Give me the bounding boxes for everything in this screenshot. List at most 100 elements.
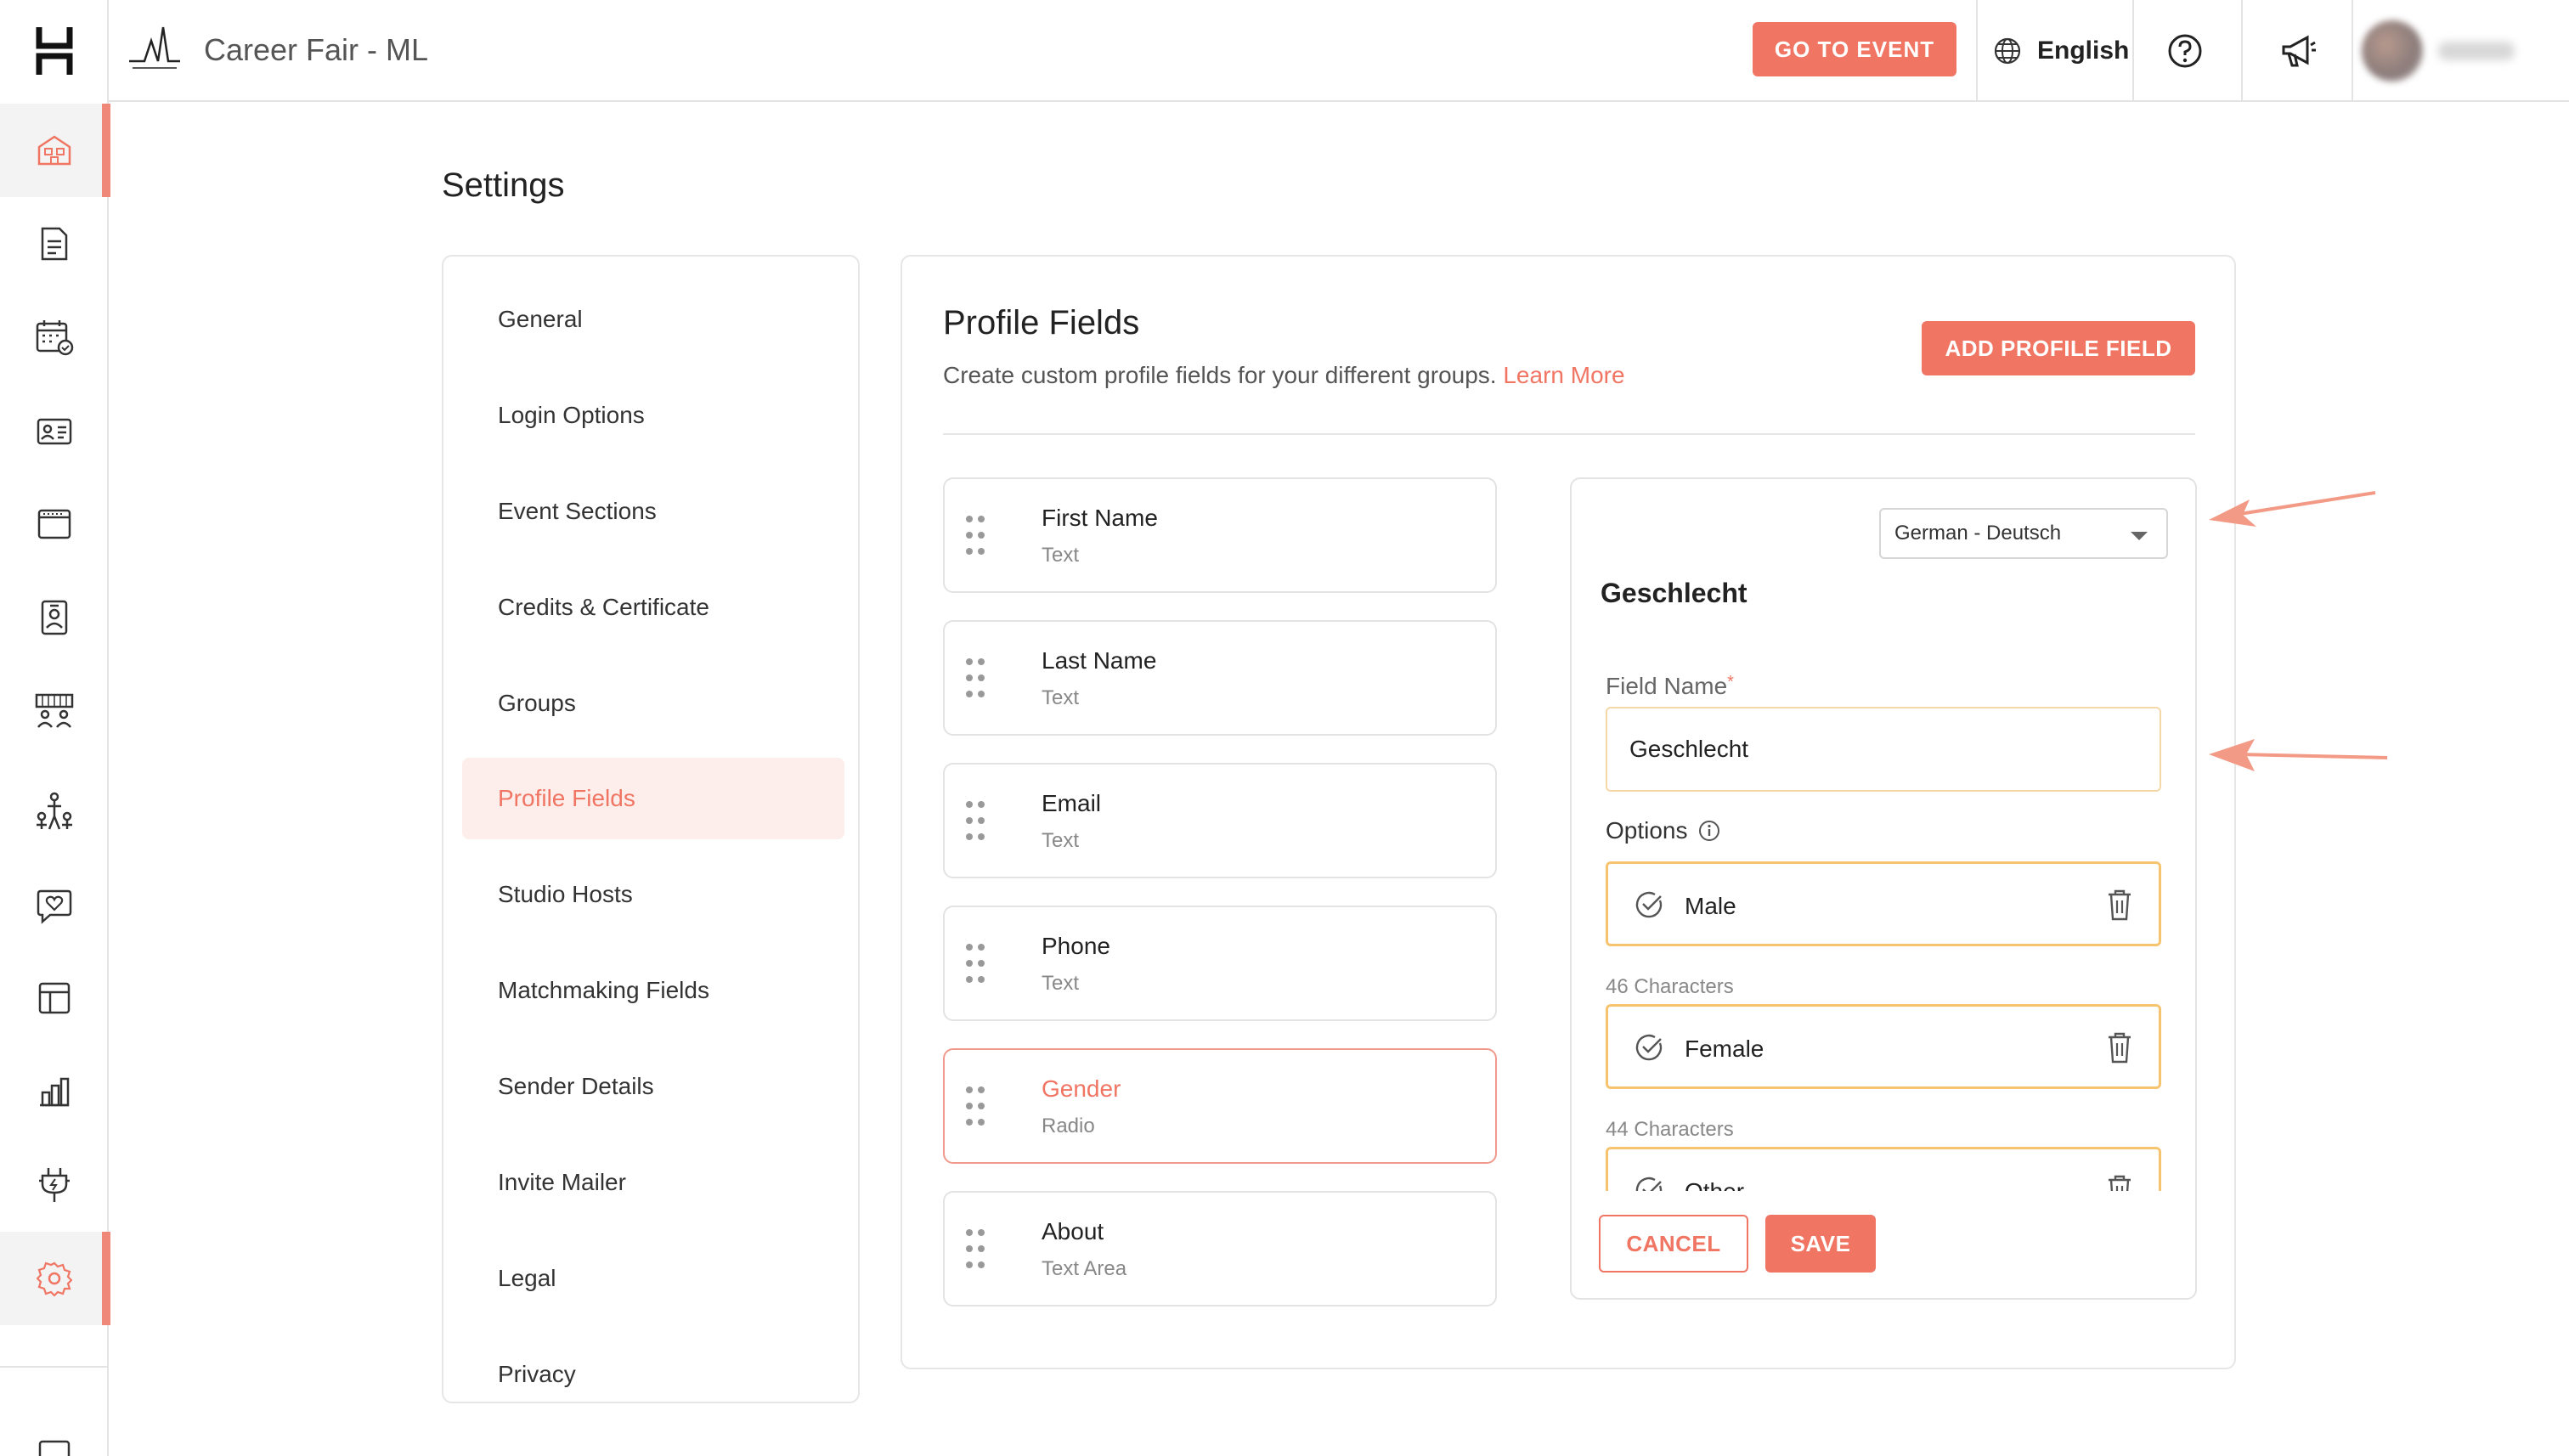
help-button[interactable] <box>2163 29 2207 73</box>
info-icon[interactable] <box>1698 820 1720 842</box>
drag-handle-icon[interactable] <box>963 941 987 985</box>
subtitle-text: Create custom profile fields for your di… <box>943 362 1497 388</box>
settings-nav-groups[interactable]: Groups <box>462 663 844 744</box>
option-value[interactable]: Female <box>1685 1036 1764 1063</box>
option-item-female[interactable]: Female <box>1606 1004 2161 1089</box>
analytics-icon <box>40 1077 70 1107</box>
profile-field-gender[interactable]: Gender Radio <box>943 1048 1497 1164</box>
topbar-divider <box>2352 0 2353 102</box>
rail-item-stage[interactable] <box>0 477 109 571</box>
rail-item-analytics[interactable] <box>0 1045 109 1138</box>
bottom-icon <box>38 1440 71 1456</box>
required-mark: * <box>1727 673 1734 691</box>
settings-nav-sender-details[interactable]: Sender Details <box>462 1046 844 1127</box>
rail-item-documents[interactable] <box>0 197 109 291</box>
option-value[interactable]: Other <box>1685 1178 1744 1191</box>
globe-icon <box>1994 37 2021 65</box>
window-icon <box>37 509 71 539</box>
options-list[interactable]: Male 46 Characters Female 44 Characters <box>1572 861 2195 1191</box>
profile-field-first-name[interactable]: First Name Text <box>943 477 1497 593</box>
field-name: About <box>1042 1218 1104 1244</box>
profile-field-about[interactable]: About Text Area <box>943 1191 1497 1306</box>
topbar-divider <box>1976 0 1978 102</box>
option-value[interactable]: Male <box>1685 893 1736 920</box>
event-title: Career Fair - ML <box>204 32 429 67</box>
rail-item-booths[interactable] <box>0 664 109 758</box>
field-name-label-text: Field Name <box>1606 673 1728 699</box>
rail-item-bottom[interactable] <box>0 1402 109 1456</box>
settings-nav-matchmaking-fields[interactable]: Matchmaking Fields <box>462 950 844 1031</box>
avatar <box>2362 20 2423 82</box>
cancel-button[interactable]: CANCEL <box>1599 1215 1748 1273</box>
settings-nav-studio-hosts[interactable]: Studio Hosts <box>462 854 844 935</box>
rail-item-settings[interactable] <box>0 1232 110 1325</box>
field-name: First Name <box>1042 505 1158 531</box>
add-profile-field-button[interactable]: ADD PROFILE FIELD <box>1922 321 2195 375</box>
field-editor-panel: German - Deutsch Geschlecht Field Name* … <box>1570 477 2197 1300</box>
trash-icon[interactable] <box>2106 888 2133 922</box>
settings-nav-login-options[interactable]: Login Options <box>462 375 844 456</box>
rail-item-schedule[interactable] <box>0 291 109 384</box>
editor-language-select[interactable]: German - Deutsch <box>1879 508 2168 559</box>
field-type: Radio <box>1042 1115 1095 1137</box>
event-brand-logo[interactable] <box>126 22 184 73</box>
field-type: Text <box>1042 544 1080 567</box>
profile-field-last-name[interactable]: Last Name Text <box>943 620 1497 736</box>
option-char-count: 46 Characters <box>1606 975 1734 998</box>
field-type: Text <box>1042 686 1080 709</box>
field-name-input[interactable] <box>1606 707 2161 792</box>
settings-nav-profile-fields[interactable]: Profile Fields <box>462 758 844 839</box>
annotation-arrow-language <box>2209 491 2376 527</box>
app-logo[interactable] <box>0 0 109 102</box>
settings-nav-invite-mailer[interactable]: Invite Mailer <box>462 1142 844 1223</box>
megaphone-icon <box>2282 35 2316 67</box>
announcements-button[interactable] <box>2277 29 2321 73</box>
options-label-text: Options <box>1606 817 1688 844</box>
settings-nav-event-sections[interactable]: Event Sections <box>462 471 844 552</box>
field-name: Email <box>1042 790 1102 816</box>
settings-nav-legal[interactable]: Legal <box>462 1238 844 1319</box>
user-menu[interactable] <box>2362 12 2569 90</box>
rail-item-networking[interactable] <box>0 765 109 858</box>
page-title: Settings <box>442 166 565 204</box>
learn-more-link[interactable]: Learn More <box>1503 362 1624 388</box>
badge-icon <box>41 600 68 635</box>
option-item-other[interactable]: Other <box>1606 1147 2161 1191</box>
language-select-value: German - Deutsch <box>1894 522 2062 545</box>
settings-nav-privacy[interactable]: Privacy <box>462 1334 844 1402</box>
help-icon <box>2168 34 2202 68</box>
profile-field-phone[interactable]: Phone Text <box>943 906 1497 1021</box>
drag-handle-icon[interactable] <box>963 1227 987 1271</box>
drag-handle-icon[interactable] <box>963 513 987 557</box>
go-to-event-button[interactable]: GO TO EVENT <box>1753 22 1956 76</box>
rail-item-layout[interactable] <box>0 951 109 1045</box>
drag-handle-icon[interactable] <box>963 656 987 700</box>
id-card-icon <box>37 418 72 445</box>
field-name-label: Field Name* <box>1606 673 1734 700</box>
section-divider <box>943 433 2195 435</box>
settings-icon <box>37 1261 72 1296</box>
rail-item-integrations[interactable] <box>0 1138 109 1232</box>
drag-handle-icon[interactable] <box>963 1084 987 1128</box>
trash-icon[interactable] <box>2106 1173 2133 1191</box>
settings-nav: General Login Options Event Sections Cre… <box>442 255 860 1403</box>
settings-nav-general[interactable]: General <box>462 279 844 360</box>
rail-item-home[interactable] <box>0 104 110 197</box>
check-circle-icon <box>1635 891 1663 918</box>
field-type: Text <box>1042 829 1080 852</box>
settings-nav-credits-certificate[interactable]: Credits & Certificate <box>462 567 844 648</box>
rail-item-speakers[interactable] <box>0 571 109 664</box>
language-switcher[interactable]: English <box>1993 0 2129 102</box>
editor-title: Geschlecht <box>1601 578 1747 608</box>
trash-icon[interactable] <box>2106 1030 2133 1064</box>
option-char-count: 44 Characters <box>1606 1118 1734 1141</box>
option-item-male[interactable]: Male <box>1606 861 2161 946</box>
profile-field-email[interactable]: Email Text <box>943 763 1497 878</box>
calendar-icon <box>36 320 74 356</box>
rail-item-attendees[interactable] <box>0 384 109 477</box>
save-button[interactable]: SAVE <box>1765 1215 1876 1273</box>
options-label: Options <box>1606 817 1720 844</box>
drag-handle-icon[interactable] <box>963 799 987 843</box>
rail-item-engagement[interactable] <box>0 860 109 953</box>
field-name: Phone <box>1042 933 1110 959</box>
